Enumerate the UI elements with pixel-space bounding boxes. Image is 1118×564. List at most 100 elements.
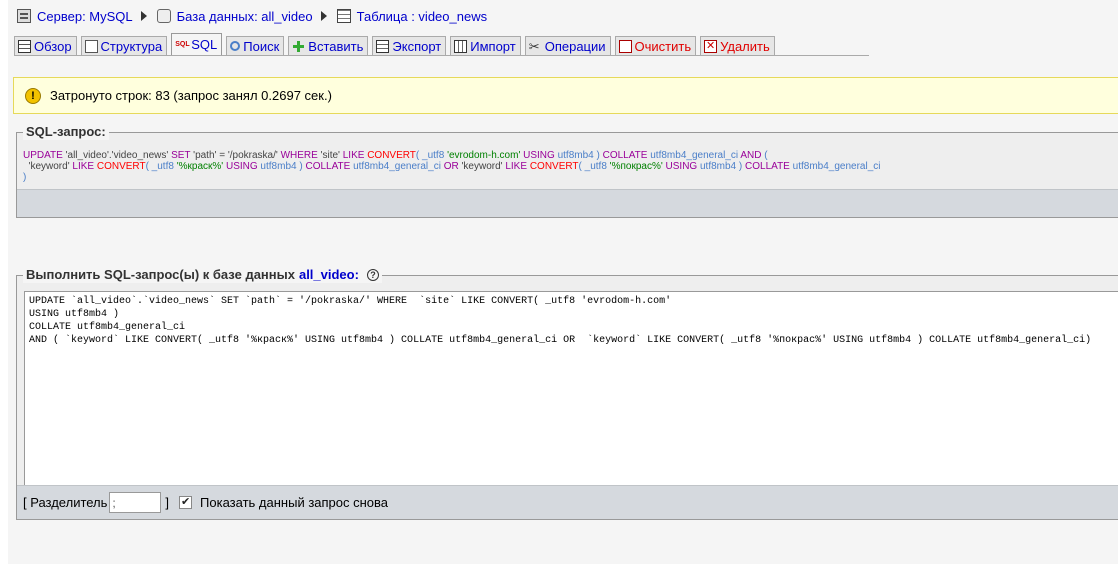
tab-empty[interactable]: Очистить (614, 36, 697, 55)
tab-label: Поиск (243, 38, 280, 54)
sql-token: 'site' (317, 150, 343, 161)
sql-token: UPDATE (23, 150, 63, 161)
notice-message: ! Затронуто строк: 83 (запрос занял 0.26… (13, 77, 1118, 114)
breadcrumb-database[interactable]: База данных: all_video (156, 9, 313, 24)
sql-token: utf8mb4 ) (697, 161, 746, 172)
sql-token: utf8mb4 ) (554, 150, 603, 161)
delimiter-input[interactable] (109, 492, 162, 513)
show-query-checkbox[interactable]: ✔ (179, 496, 193, 509)
sql-token: ( _utf8 (415, 150, 448, 161)
run-sql-fieldset: Выполнить SQL-запрос(ы) к базе данных al… (16, 267, 1118, 520)
sql-token: 'keyword' (23, 161, 73, 172)
notice-text: Затронуто строк: 83 (запрос занял 0.2697… (50, 88, 332, 103)
browse-icon (18, 39, 31, 53)
sql-token: ( (761, 150, 768, 161)
sql-editor-textarea[interactable]: UPDATE `all_video`.`video_news` SET `pat… (24, 291, 1118, 487)
sql-query-line: ) (23, 172, 1118, 183)
tab-label: Удалить (720, 38, 770, 54)
warning-icon: ! (25, 87, 41, 104)
sql-query-legend: SQL-запрос: (23, 124, 109, 140)
sql-token: 'keyword' (458, 161, 506, 172)
tab-label: SQL (191, 37, 218, 52)
breadcrumb-table-label[interactable]: Таблица : video_news (357, 9, 487, 24)
sql-query-legend-text: SQL-запрос: (26, 124, 106, 139)
breadcrumb-separator-icon (140, 11, 147, 21)
tab-browse[interactable]: Обзор (14, 36, 77, 55)
sql-token: AND (740, 150, 762, 161)
breadcrumb-database-label[interactable]: База данных: all_video (177, 9, 313, 24)
delimiter-label-close: ] (165, 495, 170, 510)
sql-token: COLLATE (745, 161, 790, 172)
tab-search[interactable]: Поиск (226, 36, 285, 55)
run-sql-legend: Выполнить SQL-запрос(ы) к базе данных al… (23, 267, 382, 283)
tab-export[interactable]: Экспорт (372, 36, 447, 55)
tab-operations[interactable]: ✂ Операции (524, 36, 611, 55)
tab-label: Обзор (34, 38, 72, 54)
tab-import[interactable]: Импорт (450, 36, 521, 55)
sql-token: ) (23, 172, 27, 183)
import-icon (454, 39, 468, 53)
breadcrumb-server-label[interactable]: Сервер: MySQL (37, 9, 133, 24)
run-sql-database-link[interactable]: all_video: (299, 267, 359, 283)
tab-bar-divider (14, 55, 869, 56)
delimiter-label-open: [ Разделитель (23, 495, 108, 510)
server-icon (17, 9, 31, 23)
main-content: Сервер: MySQL База данных: all_video Таб… (8, 0, 1118, 564)
sql-token: USING (665, 161, 698, 172)
sql-query-line: UPDATE 'all_video'.'video_news' SET 'pat… (23, 150, 1118, 161)
empty-icon (618, 39, 632, 53)
sql-token: LIKE (72, 161, 95, 172)
tab-insert[interactable]: Вставить (288, 36, 369, 55)
sql-query-display: UPDATE 'all_video'.'video_news' SET 'pat… (23, 150, 1118, 183)
sql-token: CONVERT (367, 150, 416, 161)
insert-icon (292, 39, 306, 53)
sql-token: utf8mb4_general_ci (350, 161, 444, 172)
tab-sql[interactable]: SQL SQL (171, 33, 223, 55)
sql-icon: SQL (175, 41, 190, 48)
sql-token: COLLATE (602, 150, 648, 161)
sql-token: USING (523, 150, 555, 161)
sql-token: ( _utf8 (578, 161, 610, 172)
sql-token: '%краск%' (176, 161, 224, 172)
sql-token: CONVERT (96, 161, 146, 172)
sql-token: 'path' = '/pokraska/' (190, 150, 281, 161)
sql-token: LIKE (505, 161, 528, 172)
drop-icon: ✕ (704, 39, 718, 53)
tab-label: Структура (100, 38, 163, 54)
tab-label: Очистить (634, 38, 692, 54)
tab-label: Вставить (308, 38, 364, 54)
tab-drop[interactable]: ✕ Удалить (700, 36, 775, 55)
sql-token: ( _utf8 (145, 161, 177, 172)
database-icon (156, 9, 171, 23)
search-icon (230, 41, 241, 51)
run-sql-legend-text: Выполнить SQL-запрос(ы) к базе данных (26, 267, 295, 282)
tab-structure[interactable]: Структура (80, 36, 168, 55)
tab-label: Импорт (470, 38, 516, 54)
tab-bar: Обзор Структура SQL SQL Поиск Вставить Эк… (14, 33, 775, 55)
show-query-label[interactable]: Показать данный запрос снова (200, 495, 388, 510)
breadcrumb-table[interactable]: Таблица : video_news (336, 9, 487, 24)
left-frame-edge (0, 0, 8, 564)
breadcrumb-server[interactable]: Сервер: MySQL (17, 9, 133, 24)
tab-label: Экспорт (392, 38, 442, 54)
export-icon (376, 39, 390, 53)
sql-query-line: 'keyword' LIKE CONVERT( _utf8 '%краск%' … (23, 161, 1118, 172)
sql-query-fieldset: SQL-запрос: UPDATE 'all_video'.'video_ne… (16, 124, 1118, 218)
run-sql-footer: [ Разделитель ] ✔ Показать данный запрос… (17, 485, 1118, 519)
sql-token: utf8mb4 ) (257, 161, 306, 172)
sql-token: 'evrodom-h.com' (447, 150, 521, 161)
table-icon (336, 9, 351, 23)
help-icon[interactable]: ? (366, 269, 379, 281)
sql-token: '%покрас%' (609, 161, 663, 172)
sql-token: LIKE (342, 150, 365, 161)
breadcrumb: Сервер: MySQL База данных: all_video Таб… (17, 7, 487, 25)
sql-token: SET (171, 150, 191, 161)
tab-label: Операции (544, 38, 606, 54)
sql-token: 'all_video'.'video_news' (62, 150, 172, 161)
sql-token: COLLATE (305, 161, 351, 172)
breadcrumb-separator-icon (320, 11, 327, 21)
sql-token: CONVERT (529, 161, 579, 172)
sql-query-footer (17, 189, 1118, 217)
sql-token: WHERE (280, 150, 318, 161)
sql-token: OR (443, 161, 459, 172)
